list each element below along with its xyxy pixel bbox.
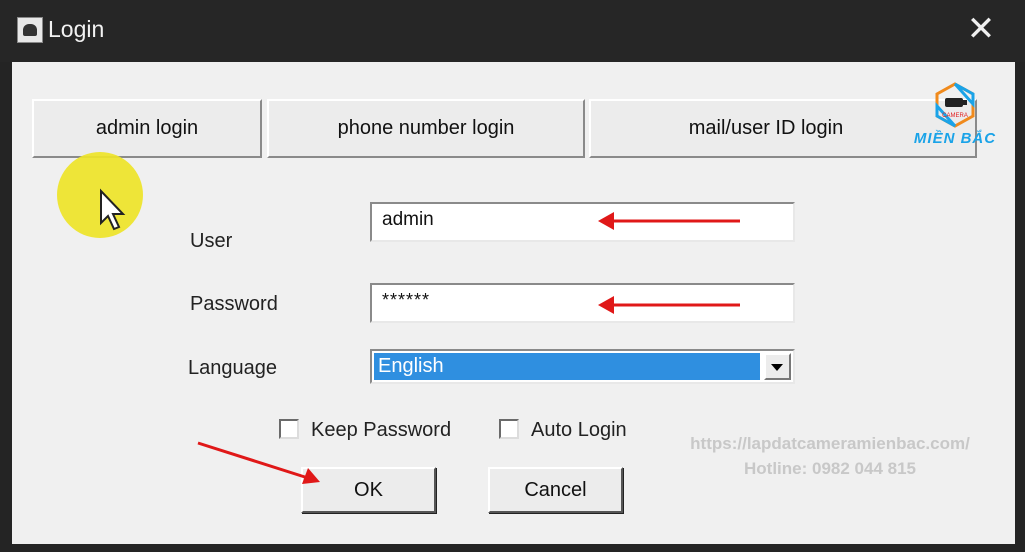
arrow-to-ok (197, 441, 320, 484)
arrow-to-user (598, 212, 740, 230)
arrow-to-password (598, 296, 740, 314)
mouse-cursor-icon (100, 188, 126, 231)
annotation-overlay (100, 188, 740, 484)
login-window: Login ✕ admin login phone number login m… (0, 0, 1025, 552)
